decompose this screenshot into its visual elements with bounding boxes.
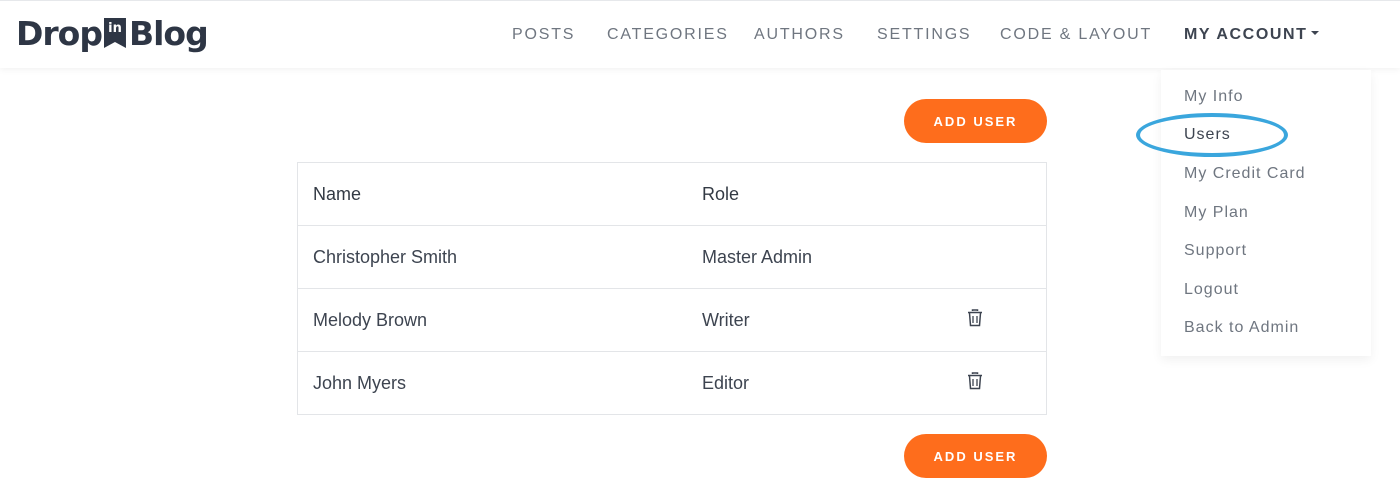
user-role: Master Admin <box>701 246 813 267</box>
add-user-button-bottom[interactable]: ADD USER <box>904 434 1047 478</box>
row-actions <box>957 352 1047 415</box>
menu-item-support[interactable]: Support <box>1184 242 1247 260</box>
nav-posts[interactable]: POSTS <box>512 26 575 44</box>
account-dropdown-menu: My Info Users My Credit Card My Plan Sup… <box>1161 70 1371 356</box>
table-row: John Myers Editor <box>298 352 1047 415</box>
menu-item-logout[interactable]: Logout <box>1184 281 1239 299</box>
user-role: Writer <box>701 309 750 330</box>
user-role: Editor <box>701 372 749 393</box>
trash-icon[interactable] <box>967 308 983 327</box>
nav-settings[interactable]: SETTINGS <box>877 26 971 44</box>
top-navigation-bar: Drop in Blog POSTS CATEGORIES AUTHORS SE… <box>0 0 1400 68</box>
menu-item-my-credit-card[interactable]: My Credit Card <box>1184 165 1306 183</box>
menu-item-my-plan[interactable]: My Plan <box>1184 204 1249 222</box>
menu-item-back-to-admin[interactable]: Back to Admin <box>1184 319 1299 337</box>
table-row: Christopher Smith Master Admin <box>297 226 1047 289</box>
row-actions <box>957 226 1047 289</box>
column-header-role: Role <box>701 183 739 204</box>
nav-my-account[interactable]: MY ACCOUNT <box>1184 26 1319 44</box>
caret-down-icon <box>1310 30 1319 35</box>
trash-icon[interactable] <box>967 371 983 390</box>
menu-item-my-info[interactable]: My Info <box>1184 88 1243 106</box>
column-header-name: Name <box>313 183 362 204</box>
nav-my-account-label: MY ACCOUNT <box>1184 26 1308 43</box>
user-name: Melody Brown <box>313 309 428 330</box>
nav-code-layout[interactable]: CODE & LAYOUT <box>1000 26 1152 44</box>
table-row: Melody Brown Writer <box>297 289 1047 352</box>
add-user-button-top[interactable]: ADD USER <box>904 99 1047 143</box>
user-name: John Myers <box>313 372 407 393</box>
row-actions <box>957 289 1047 352</box>
users-table: Name Role Christopher Smith Master Admin… <box>297 162 1047 415</box>
nav-authors[interactable]: AUTHORS <box>754 26 845 44</box>
column-header-actions <box>957 163 1047 226</box>
menu-item-users[interactable]: Users <box>1184 126 1231 144</box>
main-nav: POSTS CATEGORIES AUTHORS SETTINGS CODE &… <box>0 1 1400 69</box>
nav-categories[interactable]: CATEGORIES <box>607 26 729 44</box>
table-header-row: Name Role <box>297 163 1047 226</box>
user-name: Christopher Smith <box>313 246 458 267</box>
